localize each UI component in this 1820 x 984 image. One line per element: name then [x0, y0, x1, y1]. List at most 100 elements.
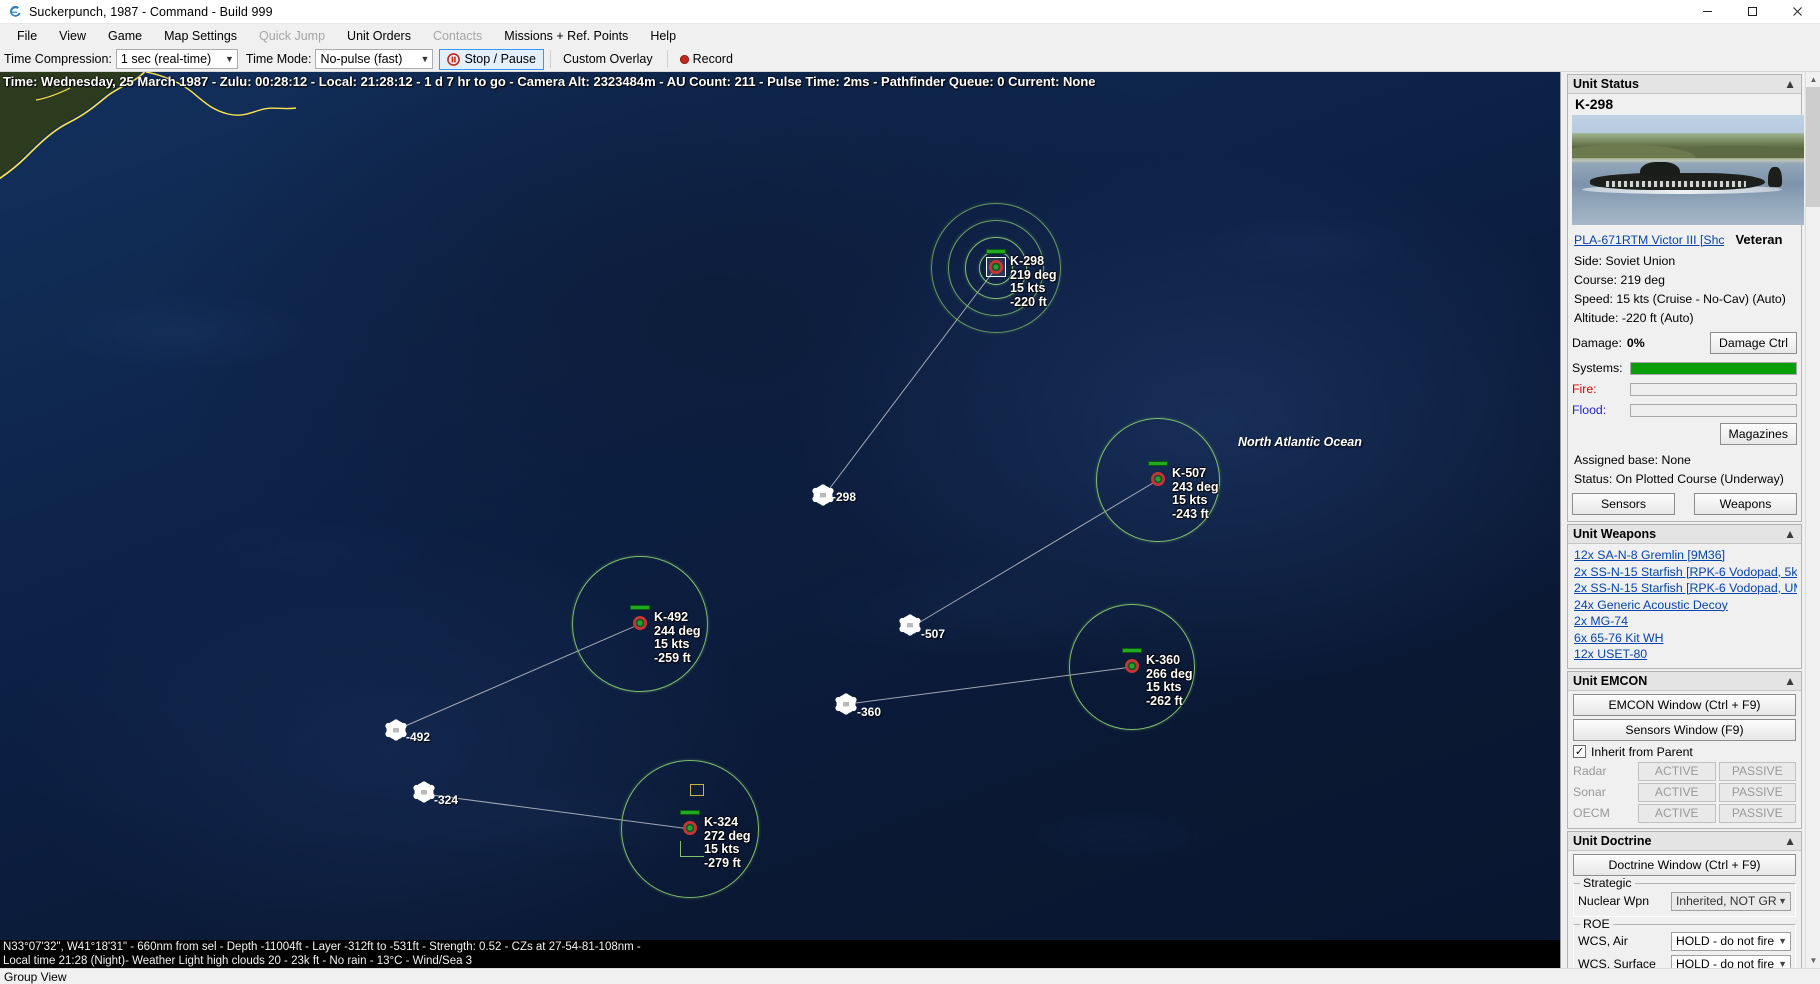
flood-row: Flood: [1572, 403, 1797, 417]
contact-icon-360[interactable] [833, 691, 859, 717]
weapons-label: Weapons [1720, 497, 1772, 511]
collapse-chevron-icon[interactable]: ▲​ [1784, 674, 1796, 688]
photo-submarine-deck [1606, 181, 1746, 187]
unit-label-name: K-324 [704, 816, 751, 830]
unit-status-group: Unit Status ▲​ K-298 PLA-671RTM Victor [1567, 74, 1802, 522]
menu-missions-ref-points[interactable]: Missions + Ref. Points [493, 26, 639, 46]
custom-overlay-button[interactable]: Custom Overlay [555, 49, 661, 70]
strategic-legend: Strategic [1580, 876, 1635, 890]
contact-label-360: -360 [857, 705, 881, 719]
wcs-surface-value: HOLD - do not fire [1676, 957, 1774, 968]
time-mode-label: Time Mode: [246, 52, 312, 66]
menu-bar: File View Game Map Settings Quick Jump U… [0, 24, 1820, 47]
weapon-item[interactable]: 24x Generic Acoustic Decoy [1574, 597, 1797, 614]
scroll-down-arrow-icon[interactable]: ▼ [1806, 953, 1820, 968]
map-status-line: Time: Wednesday, 25 March 1987 - Zulu: 0… [0, 72, 1560, 91]
menu-game[interactable]: Game [97, 26, 153, 46]
health-bar [1122, 648, 1142, 653]
sensors-label: Sensors [1601, 497, 1646, 511]
systems-bar-fill [1631, 363, 1796, 374]
unit-label-k-492: K-492 244 deg 15 kts -259 ft [654, 611, 701, 665]
menu-help[interactable]: Help [639, 26, 687, 46]
emcon-oecm-passive[interactable]: PASSIVE [1719, 804, 1797, 823]
contact-label-492: -492 [406, 730, 430, 744]
minimize-button[interactable] [1685, 0, 1730, 24]
emcon-sonar-passive[interactable]: PASSIVE [1719, 783, 1797, 802]
weapon-item[interactable]: 12x USET-80 [1574, 646, 1797, 663]
nuclear-wpn-select[interactable]: Inherited, NOT GR ▼ [1671, 892, 1791, 911]
time-mode-select[interactable]: No-pulse (fast) ▼ [315, 49, 433, 69]
menu-map-settings[interactable]: Map Settings [153, 26, 248, 46]
unit-weapons-header[interactable]: Unit Weapons ▲​ [1568, 525, 1801, 544]
emcon-oecm-active[interactable]: ACTIVE [1638, 804, 1716, 823]
contact-label-298: -298 [832, 490, 856, 504]
record-button[interactable]: Record [672, 49, 741, 70]
inherit-checkbox[interactable]: ✓ [1573, 745, 1586, 758]
wcs-surface-row: WCS, Surface HOLD - do not fire ▼ [1578, 955, 1791, 969]
maximize-button[interactable] [1730, 0, 1775, 24]
time-compression-select[interactable]: 1 sec (real-time) ▼ [116, 49, 238, 69]
unit-proficiency-badge: Veteran [1735, 232, 1782, 247]
unit-status-header[interactable]: Unit Status ▲​ [1568, 75, 1801, 94]
emcon-window-button[interactable]: EMCON Window (Ctrl + F9) [1573, 694, 1796, 716]
strategic-fieldset: Strategic Nuclear Wpn Inherited, NOT GR … [1573, 883, 1796, 917]
unit-emcon-header[interactable]: Unit EMCON ▲​ [1568, 672, 1801, 691]
map-view[interactable]: Time: Wednesday, 25 March 1987 - Zulu: 0… [0, 72, 1560, 940]
scrollbar-thumb[interactable] [1806, 87, 1820, 207]
menu-view[interactable]: View [48, 26, 97, 46]
unit-label-name: K-360 [1146, 654, 1193, 668]
wcs-air-select[interactable]: HOLD - do not fire ▼ [1671, 932, 1791, 951]
menu-unit-orders[interactable]: Unit Orders [336, 26, 422, 46]
unit-doctrine-header[interactable]: Unit Doctrine ▲​ [1568, 832, 1801, 851]
weapon-item[interactable]: 6x 65-76 Kit WH [1574, 630, 1797, 647]
collapse-chevron-icon[interactable]: ▲​ [1784, 834, 1796, 848]
emcon-radar-active[interactable]: ACTIVE [1638, 762, 1716, 781]
unit-doctrine-title: Unit Doctrine [1573, 834, 1651, 848]
unit-emcon-group: Unit EMCON ▲​ EMCON Window (Ctrl + F9) S… [1567, 671, 1802, 829]
inherit-from-parent-row[interactable]: ✓ Inherit from Parent [1573, 745, 1796, 759]
weapon-item[interactable]: 12x SA-N-8 Gremlin [9M36] [1574, 547, 1797, 564]
toolbar: Time Compression: 1 sec (real-time) ▼ Ti… [0, 47, 1820, 72]
wcs-air-row: WCS, Air HOLD - do not fire ▼ [1578, 932, 1791, 951]
magazines-button[interactable]: Magazines [1720, 423, 1797, 445]
weapon-item[interactable]: 2x SS-N-15 Starfish [RPK-6 Vodopad, 5kT … [1574, 564, 1797, 581]
stop-pause-button[interactable]: Stop / Pause [439, 49, 544, 70]
wcs-surface-select[interactable]: HOLD - do not fire ▼ [1671, 955, 1791, 969]
waypoint-leg-indicator [680, 841, 704, 857]
collapse-chevron-icon[interactable]: ▲​ [1784, 527, 1796, 541]
unit-label-k-507: K-507 243 deg 15 kts -243 ft [1172, 467, 1219, 521]
unit-label-speed: 15 kts [1010, 282, 1057, 296]
custom-overlay-label: Custom Overlay [563, 52, 653, 66]
sensors-window-button[interactable]: Sensors Window (F9) [1573, 719, 1796, 741]
contact-icon-507[interactable] [897, 612, 923, 638]
unit-status-title: Unit Status [1573, 77, 1639, 91]
weapon-item[interactable]: 2x MG-74 [1574, 613, 1797, 630]
unit-status-text: Status: On Plotted Course (Underway) [1574, 472, 1797, 486]
menu-file[interactable]: File [6, 26, 48, 46]
unit-blip-icon [989, 260, 1003, 274]
unit-class-link[interactable]: PLA-671RTM Victor III [Shchuka] [1574, 233, 1724, 247]
emcon-radar-passive[interactable]: PASSIVE [1719, 762, 1797, 781]
reference-point-box[interactable] [690, 784, 704, 796]
scroll-up-arrow-icon[interactable]: ▲ [1806, 72, 1820, 87]
emcon-sonar-active[interactable]: ACTIVE [1638, 783, 1716, 802]
pause-icon [447, 53, 460, 66]
damage-ctrl-button[interactable]: Damage Ctrl [1710, 332, 1797, 354]
weapons-button[interactable]: Weapons [1694, 493, 1797, 515]
collapse-chevron-icon[interactable]: ▲​ [1784, 77, 1796, 91]
sensors-button[interactable]: Sensors [1572, 493, 1675, 515]
panel-scrollbar[interactable]: ▲ ▼ [1805, 72, 1820, 968]
health-bar [630, 605, 650, 610]
flood-label: Flood: [1572, 403, 1624, 417]
weapon-item[interactable]: 2x SS-N-15 Starfish [RPK-6 Vodopad, UMGT… [1574, 580, 1797, 597]
status-bar: Group View [0, 968, 1820, 984]
scrollbar-track[interactable] [1806, 87, 1820, 953]
unit-label-speed: 15 kts [704, 843, 751, 857]
doctrine-window-button[interactable]: Doctrine Window (Ctrl + F9) [1573, 854, 1796, 876]
unit-label-course: 266 deg [1146, 668, 1193, 682]
damage-ctrl-label: Damage Ctrl [1719, 336, 1788, 350]
unit-blip-icon [633, 616, 647, 630]
wcs-surface-label: WCS, Surface [1578, 957, 1671, 968]
coastline-landmass [0, 72, 296, 320]
close-button[interactable] [1775, 0, 1820, 24]
